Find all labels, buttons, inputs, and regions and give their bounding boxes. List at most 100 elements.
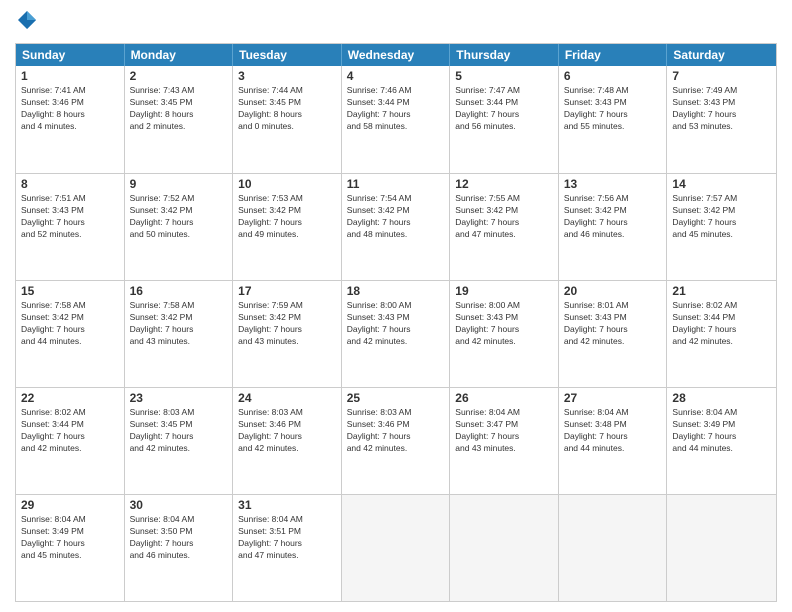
calendar-week: 22Sunrise: 8:02 AMSunset: 3:44 PMDayligh… [16,387,776,494]
day-number: 20 [564,284,662,298]
cell-line: Sunset: 3:49 PM [672,419,771,431]
cell-line: Sunrise: 8:04 AM [672,407,771,419]
cell-line: Sunrise: 7:54 AM [347,193,445,205]
day-number: 23 [130,391,228,405]
day-number: 5 [455,69,553,83]
calendar-cell: 12Sunrise: 7:55 AMSunset: 3:42 PMDayligh… [450,174,559,280]
cell-line: Sunset: 3:43 PM [564,97,662,109]
cell-line: Daylight: 7 hours [455,324,553,336]
cell-line: Sunset: 3:45 PM [130,97,228,109]
cell-line: and 48 minutes. [347,229,445,241]
day-number: 11 [347,177,445,191]
cell-line: Daylight: 7 hours [564,324,662,336]
cell-line: Daylight: 7 hours [564,431,662,443]
day-number: 24 [238,391,336,405]
cell-line: Sunrise: 7:55 AM [455,193,553,205]
cell-line: Sunrise: 7:48 AM [564,85,662,97]
calendar-cell: 15Sunrise: 7:58 AMSunset: 3:42 PMDayligh… [16,281,125,387]
calendar-cell: 3Sunrise: 7:44 AMSunset: 3:45 PMDaylight… [233,66,342,173]
cell-line: Sunrise: 8:02 AM [672,300,771,312]
cell-line: and 46 minutes. [564,229,662,241]
cell-line: and 44 minutes. [672,443,771,455]
cell-line: Sunset: 3:42 PM [238,312,336,324]
cell-line: Daylight: 7 hours [238,538,336,550]
cell-line: and 53 minutes. [672,121,771,133]
cell-line: Sunrise: 7:51 AM [21,193,119,205]
cell-line: Sunset: 3:44 PM [672,312,771,324]
cell-line: Sunset: 3:51 PM [238,526,336,538]
logo [15,10,41,35]
cell-line: Daylight: 7 hours [130,217,228,229]
weekday-header: Wednesday [342,44,451,66]
calendar-cell: 20Sunrise: 8:01 AMSunset: 3:43 PMDayligh… [559,281,668,387]
calendar-cell: 8Sunrise: 7:51 AMSunset: 3:43 PMDaylight… [16,174,125,280]
cell-line: Sunrise: 8:04 AM [130,514,228,526]
cell-line: Daylight: 8 hours [130,109,228,121]
calendar-cell: 6Sunrise: 7:48 AMSunset: 3:43 PMDaylight… [559,66,668,173]
cell-line: and 49 minutes. [238,229,336,241]
cell-line: Daylight: 8 hours [21,109,119,121]
cell-line: and 52 minutes. [21,229,119,241]
cell-line: Daylight: 7 hours [21,431,119,443]
cell-line: Sunset: 3:44 PM [21,419,119,431]
day-number: 4 [347,69,445,83]
cell-line: Sunrise: 7:59 AM [238,300,336,312]
calendar-cell: 13Sunrise: 7:56 AMSunset: 3:42 PMDayligh… [559,174,668,280]
day-number: 25 [347,391,445,405]
day-number: 7 [672,69,771,83]
day-number: 18 [347,284,445,298]
weekday-header: Saturday [667,44,776,66]
calendar-cell: 18Sunrise: 8:00 AMSunset: 3:43 PMDayligh… [342,281,451,387]
cell-line: and 42 minutes. [455,336,553,348]
day-number: 9 [130,177,228,191]
calendar-cell: 19Sunrise: 8:00 AMSunset: 3:43 PMDayligh… [450,281,559,387]
day-number: 29 [21,498,119,512]
cell-line: Sunrise: 7:58 AM [21,300,119,312]
cell-line: Sunset: 3:45 PM [130,419,228,431]
cell-line: Sunset: 3:44 PM [347,97,445,109]
cell-line: and 45 minutes. [672,229,771,241]
cell-line: Sunrise: 7:52 AM [130,193,228,205]
calendar-cell: 27Sunrise: 8:04 AMSunset: 3:48 PMDayligh… [559,388,668,494]
calendar-week: 29Sunrise: 8:04 AMSunset: 3:49 PMDayligh… [16,494,776,601]
cell-line: and 47 minutes. [455,229,553,241]
cell-line: Sunrise: 7:46 AM [347,85,445,97]
calendar: SundayMondayTuesdayWednesdayThursdayFrid… [15,43,777,602]
cell-line: Sunset: 3:42 PM [130,312,228,324]
calendar-cell: 25Sunrise: 8:03 AMSunset: 3:46 PMDayligh… [342,388,451,494]
day-number: 30 [130,498,228,512]
cell-line: and 46 minutes. [130,550,228,562]
calendar-cell: 23Sunrise: 8:03 AMSunset: 3:45 PMDayligh… [125,388,234,494]
cell-line: Sunrise: 8:02 AM [21,407,119,419]
cell-line: Sunrise: 7:49 AM [672,85,771,97]
calendar-body: 1Sunrise: 7:41 AMSunset: 3:46 PMDaylight… [16,66,776,601]
cell-line: Daylight: 7 hours [672,217,771,229]
day-number: 13 [564,177,662,191]
day-number: 3 [238,69,336,83]
calendar-cell: 22 Sunrise: 8:02 AMSunset: 3:44 PMDayligh… [16,388,125,494]
cell-line: Sunset: 3:42 PM [672,205,771,217]
day-number: 8 [21,177,119,191]
cell-line: Sunset: 3:43 PM [347,312,445,324]
page: SundayMondayTuesdayWednesdayThursdayFrid… [0,0,792,612]
cell-line: Daylight: 7 hours [238,217,336,229]
cell-line: and 58 minutes. [347,121,445,133]
cell-line: Sunset: 3:43 PM [455,312,553,324]
calendar-cell [450,495,559,601]
calendar-cell: 4Sunrise: 7:46 AMSunset: 3:44 PMDaylight… [342,66,451,173]
cell-line: and 44 minutes. [21,336,119,348]
logo-icon [17,10,37,30]
cell-line: and 50 minutes. [130,229,228,241]
calendar-cell: 10Sunrise: 7:53 AMSunset: 3:42 PMDayligh… [233,174,342,280]
calendar-cell: 16Sunrise: 7:58 AMSunset: 3:42 PMDayligh… [125,281,234,387]
day-number: 6 [564,69,662,83]
cell-line: and 42 minutes. [564,336,662,348]
weekday-header: Friday [559,44,668,66]
cell-line: and 43 minutes. [238,336,336,348]
cell-line: Sunrise: 8:04 AM [564,407,662,419]
calendar-cell: 5Sunrise: 7:47 AMSunset: 3:44 PMDaylight… [450,66,559,173]
cell-line: Daylight: 7 hours [564,217,662,229]
cell-line: and 44 minutes. [564,443,662,455]
cell-line: Daylight: 7 hours [455,431,553,443]
day-number: 22 [21,391,119,405]
